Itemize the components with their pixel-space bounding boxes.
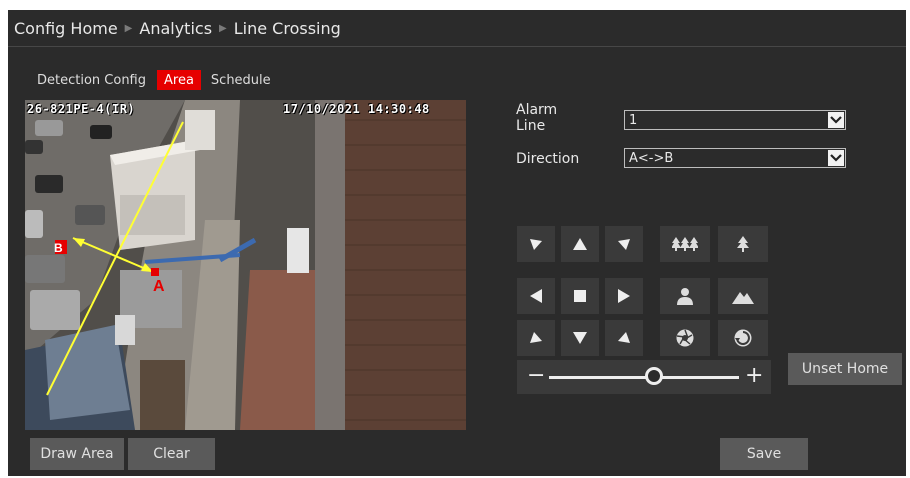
- zoom-in-button[interactable]: [718, 226, 768, 262]
- ptz-up-left-button[interactable]: [517, 226, 555, 262]
- breadcrumb-home[interactable]: Config Home: [14, 19, 118, 38]
- zoom-minus-icon[interactable]: −: [527, 362, 545, 390]
- focus-iris-icon: [676, 329, 694, 347]
- chevron-down-icon: [828, 112, 844, 128]
- camera-scene: B A: [25, 100, 466, 430]
- save-button[interactable]: Save: [720, 438, 808, 470]
- alarm-line-value: 1: [629, 112, 638, 128]
- config-panel: Config Home ▶ Analytics ▶ Line Crossing …: [8, 10, 906, 476]
- video-preview[interactable]: B A 26-821PE-4(IR) 17/10/2021 14:30:48: [25, 100, 466, 430]
- arrow-left-icon: [530, 289, 542, 303]
- breadcrumb-separator-icon: ▶: [219, 22, 227, 34]
- arrow-up-left-icon: [530, 239, 542, 250]
- zoom-out-trees-icon: [672, 237, 698, 251]
- arrow-down-icon: [573, 332, 587, 344]
- point-a-label: A: [153, 278, 165, 295]
- ptz-down-button[interactable]: [561, 320, 599, 356]
- direction-value: A<->B: [629, 150, 674, 166]
- direction-select[interactable]: A<->B: [624, 148, 846, 168]
- ptz-stop-button[interactable]: [561, 278, 599, 314]
- alarm-line-label: Alarm Line: [516, 102, 558, 134]
- refresh-button[interactable]: [718, 320, 768, 356]
- arrow-right-icon: [618, 289, 630, 303]
- zoom-out-button[interactable]: [660, 226, 710, 262]
- person-icon: [677, 288, 693, 305]
- camera-name-overlay: 26-821PE-4(IR): [27, 102, 136, 116]
- ptz-up-button[interactable]: [561, 226, 599, 262]
- alarm-line-select[interactable]: 1: [624, 110, 846, 130]
- timestamp-overlay: 17/10/2021 14:30:48: [283, 102, 430, 116]
- zoom-in-tree-icon: [737, 236, 749, 252]
- zoom-plus-icon[interactable]: +: [745, 362, 763, 390]
- tab-detection-config[interactable]: Detection Config: [8, 70, 153, 90]
- zoom-slider-track[interactable]: [549, 376, 739, 379]
- mountain-icon: [732, 292, 754, 304]
- arrow-down-left-icon: [530, 332, 542, 343]
- refresh-icon: [734, 329, 752, 347]
- unset-home-button[interactable]: Unset Home: [788, 353, 902, 385]
- clear-button[interactable]: Clear: [128, 438, 215, 470]
- arrow-up-icon: [573, 238, 587, 250]
- breadcrumb-separator-icon: ▶: [124, 22, 133, 34]
- focus-near-button[interactable]: [660, 278, 710, 314]
- arrow-down-right-icon: [618, 332, 630, 343]
- ptz-down-left-button[interactable]: [517, 320, 555, 356]
- breadcrumb: Config Home ▶ Analytics ▶ Line Crossing: [8, 10, 906, 47]
- point-b-label: B: [54, 241, 63, 255]
- zoom-slider-handle[interactable]: [644, 367, 663, 385]
- stop-icon: [574, 290, 586, 302]
- ptz-left-button[interactable]: [517, 278, 555, 314]
- arrow-up-right-icon: [618, 239, 630, 250]
- chevron-down-icon: [828, 150, 844, 166]
- breadcrumb-analytics[interactable]: Analytics: [139, 19, 212, 38]
- tab-bar: Detection Config Area Schedule: [8, 70, 278, 90]
- focus-far-button[interactable]: [718, 278, 768, 314]
- point-a-marker[interactable]: [151, 268, 159, 276]
- iris-button[interactable]: [660, 320, 710, 356]
- ptz-down-right-button[interactable]: [605, 320, 643, 356]
- tab-schedule[interactable]: Schedule: [204, 70, 278, 90]
- breadcrumb-current: Line Crossing: [233, 18, 341, 38]
- draw-area-button[interactable]: Draw Area: [30, 438, 124, 470]
- ptz-up-right-button[interactable]: [605, 226, 643, 262]
- direction-label: Direction: [516, 151, 580, 167]
- tab-area[interactable]: Area: [157, 70, 201, 90]
- ptz-right-button[interactable]: [605, 278, 643, 314]
